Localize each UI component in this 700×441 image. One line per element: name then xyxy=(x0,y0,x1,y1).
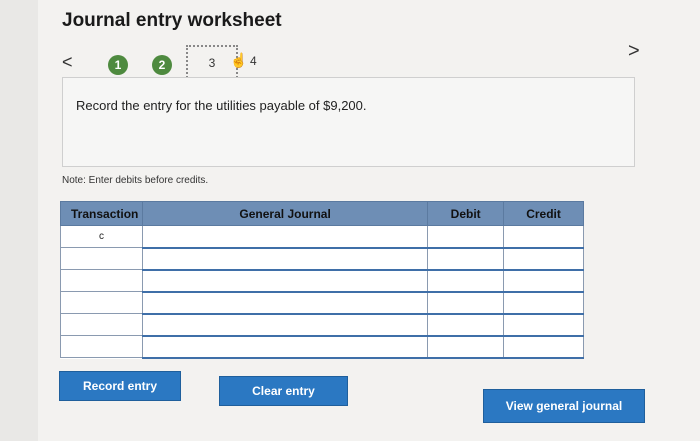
debit-input[interactable] xyxy=(427,247,505,271)
transaction-cell xyxy=(60,247,143,270)
debit-input[interactable] xyxy=(427,269,505,293)
credit-input[interactable] xyxy=(503,269,584,293)
previous-arrow-icon[interactable]: < xyxy=(62,52,73,73)
page-title: Journal entry worksheet xyxy=(62,10,282,31)
account-input[interactable] xyxy=(141,335,429,359)
table-row xyxy=(60,335,584,359)
prompt-box: Record the entry for the utilities payab… xyxy=(62,77,635,167)
account-input[interactable] xyxy=(141,247,429,271)
transaction-cell xyxy=(60,335,143,358)
step-1[interactable]: 1 xyxy=(108,55,128,75)
transaction-cell xyxy=(60,291,143,314)
debit-input[interactable] xyxy=(427,225,505,249)
account-input[interactable] xyxy=(141,291,429,315)
record-entry-button[interactable]: Record entry xyxy=(59,371,181,401)
transaction-cell xyxy=(60,313,143,336)
view-general-journal-button[interactable]: View general journal xyxy=(483,389,645,423)
credit-input[interactable] xyxy=(503,335,584,359)
step-3-label: 3 xyxy=(208,56,216,70)
transaction-cell: c xyxy=(60,225,143,248)
step-2[interactable]: 2 xyxy=(152,55,172,75)
credit-input[interactable] xyxy=(503,291,584,315)
account-input[interactable] xyxy=(141,313,429,337)
account-input[interactable] xyxy=(141,225,429,249)
header-transaction: Transaction xyxy=(60,201,143,226)
journal-table: Transaction General Journal Debit Credit… xyxy=(60,201,584,359)
table-row xyxy=(60,313,584,337)
note-text: Note: Enter debits before credits. xyxy=(62,175,209,186)
account-input[interactable] xyxy=(141,269,429,293)
table-row xyxy=(60,291,584,315)
transaction-cell xyxy=(60,269,143,292)
debit-input[interactable] xyxy=(427,313,505,337)
header-debit: Debit xyxy=(427,201,505,226)
prompt-text: Record the entry for the utilities payab… xyxy=(76,98,367,113)
table-row xyxy=(60,269,584,293)
credit-input[interactable] xyxy=(503,225,584,249)
step-4[interactable]: 4 xyxy=(250,54,257,68)
table-row xyxy=(60,247,584,271)
header-general-journal: General Journal xyxy=(141,201,429,226)
table-row: c xyxy=(60,225,584,249)
next-arrow-icon[interactable]: > xyxy=(628,40,640,63)
debit-input[interactable] xyxy=(427,335,505,359)
hand-pointer-icon: ☝ xyxy=(230,52,248,68)
credit-input[interactable] xyxy=(503,313,584,337)
credit-input[interactable] xyxy=(503,247,584,271)
header-credit: Credit xyxy=(503,201,584,226)
debit-input[interactable] xyxy=(427,291,505,315)
clear-entry-button[interactable]: Clear entry xyxy=(219,376,348,406)
